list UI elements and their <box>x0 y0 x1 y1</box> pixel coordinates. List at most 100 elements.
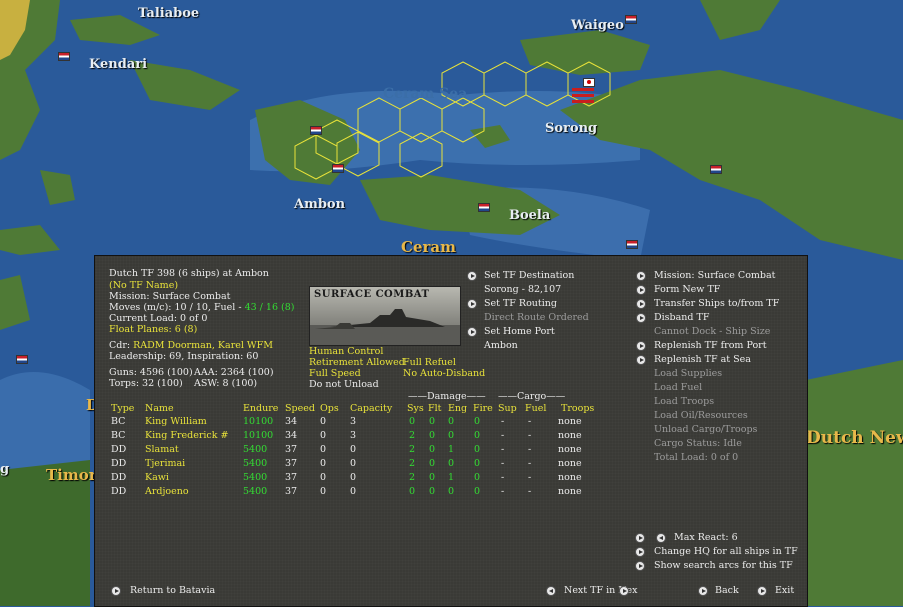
dutch-flag-icon[interactable] <box>478 203 490 212</box>
arrow-right-icon[interactable] <box>636 285 646 295</box>
load-troops-button[interactable]: Load Troops <box>654 396 714 408</box>
cell-ops: 0 <box>320 444 327 455</box>
cell-fire: 0 <box>474 416 481 427</box>
arrow-right-icon[interactable] <box>636 313 646 323</box>
mission-photo: SURFACE COMBAT <box>309 286 461 346</box>
col-eng[interactable]: Eng <box>448 403 467 415</box>
cell-type: BC <box>111 416 126 427</box>
col-fuel[interactable]: Fuel <box>525 403 546 415</box>
cell-type: DD <box>111 472 127 483</box>
arrow-right-icon[interactable] <box>111 586 121 596</box>
set-routing-button[interactable]: Set TF Routing <box>484 298 557 310</box>
arrow-right-icon[interactable] <box>757 586 767 596</box>
cell-capacity: 3 <box>350 416 357 427</box>
cell-troops: none <box>558 458 582 469</box>
unload-cargo-button[interactable]: Unload Cargo/Troops <box>654 424 757 436</box>
back-button[interactable]: Back <box>715 585 739 597</box>
dutch-flag-icon[interactable] <box>58 52 70 61</box>
replenish-port-button[interactable]: Replenish TF from Port <box>654 340 767 352</box>
max-react-control[interactable]: Max React: 6 <box>674 532 738 544</box>
return-button[interactable]: Return to Batavia <box>130 585 215 597</box>
replenish-sea-button[interactable]: Replenish TF at Sea <box>654 354 751 366</box>
arrow-left-icon[interactable] <box>656 533 666 543</box>
load-fuel-button[interactable]: Load Fuel <box>654 382 702 394</box>
cell-flt: 0 <box>429 416 436 427</box>
dutch-flag-icon[interactable] <box>16 355 28 364</box>
col-speed[interactable]: Speed <box>285 403 315 415</box>
cell-endure: 5400 <box>243 486 268 497</box>
load-supplies-button[interactable]: Load Supplies <box>654 368 722 380</box>
col-capacity[interactable]: Capacity <box>350 403 392 415</box>
col-sup[interactable]: Sup <box>498 403 517 415</box>
cell-fuel: - <box>528 472 532 483</box>
arrow-right-icon[interactable] <box>467 271 477 281</box>
set-destination-button[interactable]: Set TF Destination <box>484 270 574 282</box>
arrow-right-icon[interactable] <box>698 586 708 596</box>
dutch-flag-icon[interactable] <box>710 165 722 174</box>
arrow-right-icon[interactable] <box>467 299 477 309</box>
dutch-flag-icon[interactable] <box>625 15 637 24</box>
japanese-flag-icon[interactable] <box>583 78 595 87</box>
cell-fuel: - <box>528 486 532 497</box>
cell-eng: 0 <box>448 416 455 427</box>
cell-name[interactable]: Tjerimai <box>145 458 185 470</box>
col-flt[interactable]: Flt <box>428 403 441 415</box>
arrow-right-icon[interactable] <box>636 355 646 365</box>
no-auto-disband-toggle[interactable]: No Auto-Disband <box>403 368 485 380</box>
cdr-name[interactable]: RADM Doorman, Karel WFM <box>133 340 273 351</box>
load-oil-button[interactable]: Load Oil/Resources <box>654 410 748 422</box>
arrow-right-icon[interactable] <box>467 327 477 337</box>
arrow-right-icon[interactable] <box>635 561 645 571</box>
mission-button[interactable]: Mission: Surface Combat <box>654 270 775 282</box>
cell-name[interactable]: Slamat <box>145 444 179 456</box>
map-label-ambon: Ambon <box>294 197 346 212</box>
form-new-tf-button[interactable]: Form New TF <box>654 284 720 296</box>
cell-capacity: 0 <box>350 458 357 469</box>
cell-troops: none <box>558 472 582 483</box>
dutch-flag-icon[interactable] <box>310 126 322 135</box>
change-hq-button[interactable]: Change HQ for all ships in TF <box>654 546 798 558</box>
set-home-port-button[interactable]: Set Home Port <box>484 326 555 338</box>
cell-troops: none <box>558 486 582 497</box>
arrow-right-icon[interactable] <box>619 586 629 596</box>
arrow-right-icon[interactable] <box>636 271 646 281</box>
cell-fire: 0 <box>474 486 481 497</box>
bullet-icon[interactable] <box>635 533 645 543</box>
cell-name[interactable]: Kawi <box>145 472 169 484</box>
moves-label: Moves (m/c): 10 / 10, Fuel - <box>109 302 245 313</box>
col-fire[interactable]: Fire <box>473 403 493 415</box>
cell-capacity: 3 <box>350 430 357 441</box>
col-name[interactable]: Name <box>145 403 174 415</box>
dutch-flag-icon[interactable] <box>332 164 344 173</box>
col-endure[interactable]: Endure <box>243 403 278 415</box>
tf-torps: Torps: 32 (100) <box>109 378 183 389</box>
col-sys[interactable]: Sys <box>407 403 424 415</box>
dutch-flag-icon[interactable] <box>626 240 638 249</box>
cell-fuel: - <box>528 458 532 469</box>
tf-float-planes[interactable]: Float Planes: 6 (8) <box>109 324 197 336</box>
arrow-right-icon[interactable] <box>635 547 645 557</box>
show-search-arcs-button[interactable]: Show search arcs for this TF <box>654 560 793 572</box>
col-ops[interactable]: Ops <box>320 403 339 415</box>
map-label-boela: Boela <box>509 208 551 223</box>
cell-sup: - <box>501 486 505 497</box>
map-label-taliaboe: Taliaboe <box>138 6 200 21</box>
map-label-kendari: Kendari <box>89 57 148 72</box>
arrow-right-icon[interactable] <box>636 341 646 351</box>
do-not-unload-toggle[interactable]: Do not Unload <box>309 379 379 391</box>
cell-type: DD <box>111 458 127 469</box>
home-port-value: Ambon <box>484 340 518 351</box>
cell-speed: 34 <box>285 430 298 441</box>
exit-button[interactable]: Exit <box>775 585 794 597</box>
cell-name[interactable]: Ardjoeno <box>145 486 189 498</box>
transfer-ships-button[interactable]: Transfer Ships to/from TF <box>654 298 779 310</box>
col-troops[interactable]: Troops <box>561 403 594 415</box>
arrow-right-icon[interactable] <box>636 299 646 309</box>
cell-flt: 0 <box>429 472 436 483</box>
damage-group-header: ——Damage—— <box>408 391 486 402</box>
col-type[interactable]: Type <box>111 403 134 415</box>
cell-name[interactable]: King Frederick # <box>145 430 228 442</box>
disband-tf-button[interactable]: Disband TF <box>654 312 709 324</box>
arrow-left-icon[interactable] <box>546 586 556 596</box>
cell-name[interactable]: King William <box>145 416 207 428</box>
